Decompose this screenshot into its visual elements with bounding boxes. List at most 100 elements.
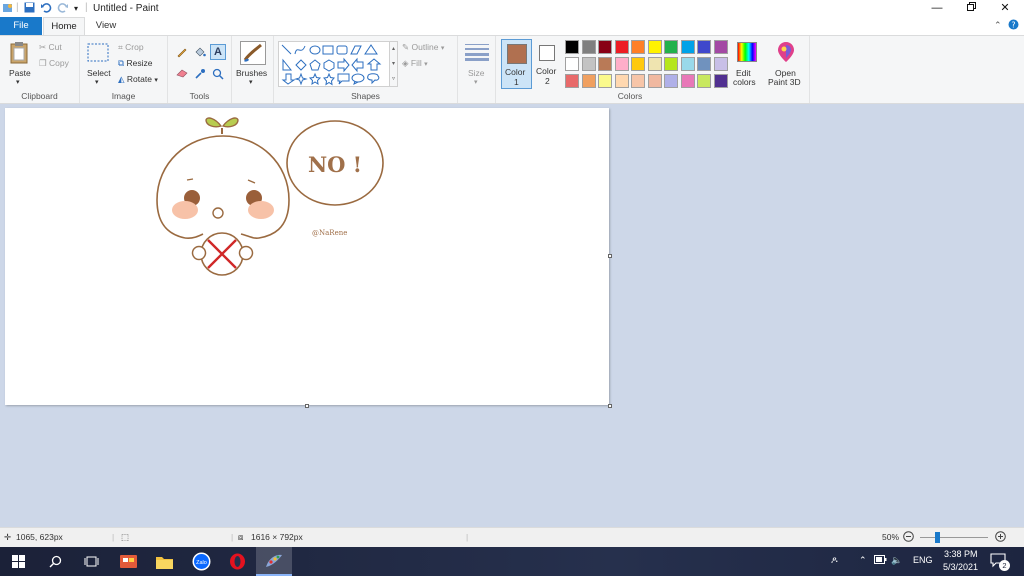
palette-swatch[interactable] — [631, 57, 645, 71]
palette-swatch[interactable] — [631, 40, 645, 54]
color2-swatch — [539, 45, 555, 61]
restore-button[interactable] — [954, 0, 988, 17]
palette-swatch[interactable] — [664, 40, 678, 54]
paint-app-icon[interactable] — [2, 2, 14, 17]
shapes-scroll[interactable]: ▴ ▾ ▿ — [390, 41, 398, 87]
clock-time[interactable]: 3:38 PM — [944, 549, 978, 559]
edit-colors-button[interactable]: Edit colors — [733, 39, 763, 89]
workspace[interactable]: NO ! @NaRene — [0, 104, 1024, 527]
palette-swatch[interactable] — [614, 40, 629, 54]
select-dropdown-icon[interactable]: ▾ — [95, 78, 99, 86]
show-hidden-icons[interactable]: ⌃ — [859, 555, 867, 566]
palette-swatch[interactable] — [598, 40, 612, 54]
palette-swatch[interactable] — [680, 57, 695, 71]
help-icon[interactable]: ? — [1008, 19, 1019, 32]
palette-swatch[interactable] — [581, 57, 596, 71]
eraser-tool[interactable] — [176, 68, 188, 80]
palette-swatch[interactable] — [565, 74, 579, 88]
palette-swatch[interactable] — [697, 57, 711, 71]
palette-swatch[interactable] — [598, 74, 612, 88]
palette-swatch[interactable] — [631, 74, 645, 88]
people-icon[interactable]: ዶ — [831, 555, 838, 566]
tab-home[interactable]: Home — [43, 17, 85, 35]
palette-swatch[interactable] — [664, 57, 678, 71]
palette-swatch[interactable] — [713, 57, 728, 71]
palette-swatch[interactable] — [680, 40, 695, 54]
brushes-button[interactable]: Brushes — [236, 68, 267, 78]
color-picker-tool[interactable] — [194, 68, 206, 82]
fill-button[interactable]: ◈ Fill ▾ — [402, 58, 428, 69]
rotate-icon: ◭ — [118, 74, 125, 85]
tab-view[interactable]: View — [86, 17, 126, 35]
select-button[interactable]: Select — [87, 68, 111, 78]
palette-swatch[interactable] — [697, 74, 711, 88]
close-button[interactable]: ✕ — [988, 0, 1022, 17]
zoom-out-button[interactable] — [903, 531, 914, 544]
redo-icon[interactable] — [57, 2, 69, 16]
palette-swatch[interactable] — [565, 57, 579, 71]
palette-swatch[interactable] — [680, 74, 695, 88]
search-button[interactable] — [38, 547, 72, 576]
save-icon[interactable] — [24, 2, 35, 16]
color2-button[interactable]: Color 2 — [534, 39, 563, 89]
paste-button[interactable]: Paste — [9, 68, 31, 78]
size-dropdown-icon[interactable]: ▾ — [474, 78, 478, 86]
shapes-gallery[interactable] — [278, 41, 390, 87]
collapse-ribbon-icon[interactable]: ⌃ — [994, 20, 1002, 31]
color1-button[interactable]: Color 1 — [501, 39, 532, 89]
canvas-resize-handle-right[interactable] — [608, 254, 612, 258]
clock-date[interactable]: 5/3/2021 — [943, 562, 978, 572]
palette-swatch[interactable] — [647, 57, 662, 71]
outline-button[interactable]: ✎ Outline ▾ — [402, 42, 444, 53]
taskbar-app-snip[interactable] — [111, 547, 145, 576]
fill-icon: ◈ — [402, 58, 409, 69]
battery-icon[interactable] — [874, 555, 887, 566]
canvas-resize-handle-bottom[interactable] — [305, 404, 309, 408]
customize-toolbar-icon[interactable]: ▾ — [74, 4, 78, 13]
cut-button[interactable]: ✂ Cut — [39, 42, 62, 53]
undo-icon[interactable] — [40, 2, 52, 16]
palette-swatch[interactable] — [713, 74, 728, 88]
zoom-slider-thumb[interactable] — [935, 532, 940, 543]
input-language[interactable]: ENG — [913, 555, 933, 565]
minimize-button[interactable]: — — [920, 0, 954, 17]
start-button[interactable] — [0, 547, 36, 576]
canvas-resize-handle-corner[interactable] — [608, 404, 612, 408]
text-tool[interactable]: A — [210, 44, 226, 60]
size-button[interactable]: Size — [468, 68, 485, 78]
size-group: Size ▾ — [458, 36, 496, 103]
drawing-canvas[interactable]: NO ! @NaRene — [5, 108, 609, 405]
palette-swatch[interactable] — [581, 74, 596, 88]
palette-swatch[interactable] — [664, 74, 678, 88]
taskbar-paint[interactable] — [256, 547, 292, 576]
palette-swatch[interactable] — [565, 40, 579, 54]
fill-tool[interactable] — [194, 46, 206, 60]
pencil-tool[interactable] — [176, 46, 188, 60]
paste-dropdown-icon[interactable]: ▾ — [16, 78, 20, 86]
crop-button[interactable]: ⌗ Crop — [118, 42, 144, 53]
zoom-slider-track[interactable] — [920, 537, 988, 538]
volume-icon[interactable]: 🔈 — [891, 555, 902, 566]
brushes-dropdown-icon[interactable]: ▾ — [249, 78, 253, 86]
palette-swatch[interactable] — [614, 74, 629, 88]
palette-swatch[interactable] — [647, 74, 662, 88]
palette-swatch[interactable] — [713, 40, 728, 54]
palette-swatch[interactable] — [598, 57, 612, 71]
palette-swatch[interactable] — [614, 57, 629, 71]
palette-swatch[interactable] — [647, 40, 662, 54]
taskbar-opera[interactable] — [220, 547, 254, 576]
resize-button[interactable]: ⧉ Resize — [118, 58, 152, 69]
copy-button[interactable]: ❐ Copy — [39, 58, 69, 69]
open-paint3d-button[interactable]: Open Paint 3D — [767, 39, 807, 89]
palette-swatch[interactable] — [697, 40, 711, 54]
magnifier-tool[interactable] — [212, 68, 224, 82]
task-view-button[interactable] — [74, 547, 108, 576]
taskbar-file-explorer[interactable] — [147, 547, 181, 576]
outline-label: Outline — [411, 42, 439, 52]
magnifier-icon — [212, 68, 224, 82]
tab-file[interactable]: File — [0, 17, 42, 35]
taskbar-zalo[interactable]: Zalo — [184, 547, 218, 576]
zoom-in-button[interactable] — [995, 531, 1006, 544]
palette-swatch[interactable] — [581, 40, 596, 54]
rotate-button[interactable]: ◭ Rotate ▾ — [118, 74, 158, 85]
